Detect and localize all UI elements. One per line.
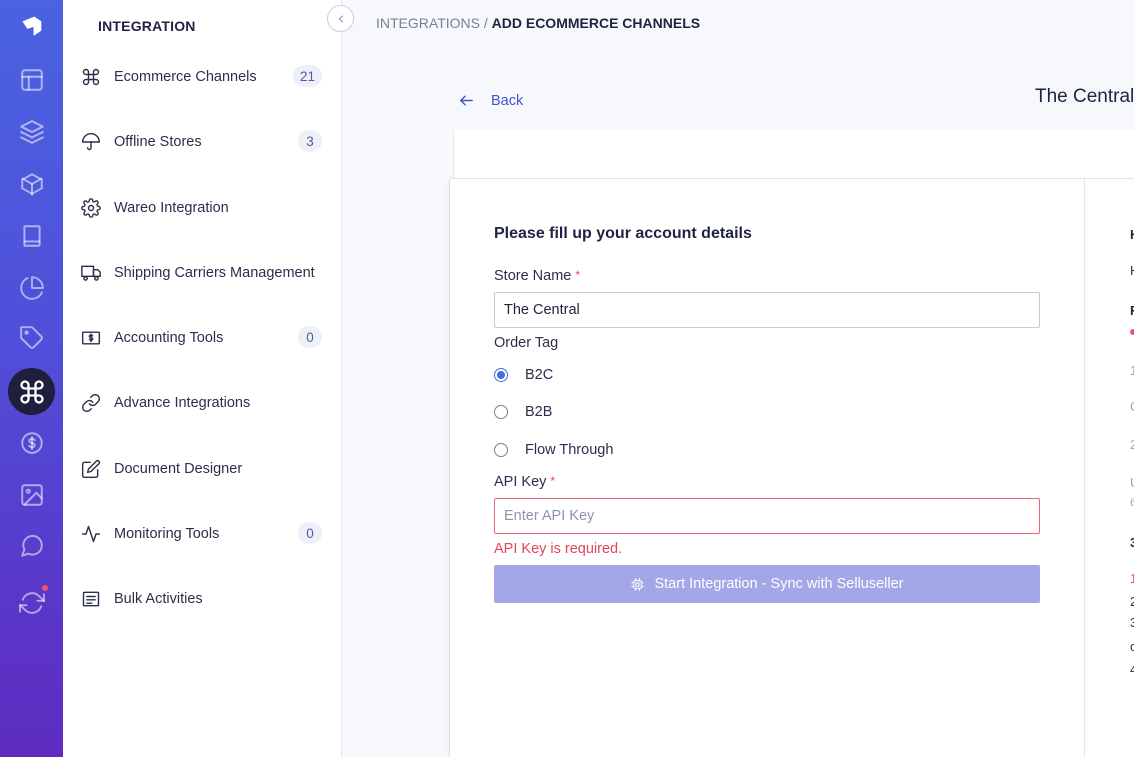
collapse-sidebar-button[interactable] <box>327 5 354 32</box>
edit-icon <box>80 458 102 480</box>
form-title: Please fill up your account details <box>494 225 752 242</box>
sidebar-item-label: Offline Stores <box>114 134 202 150</box>
sidebar-item-accounting-tools[interactable]: Accounting Tools 0 <box>80 323 322 353</box>
header-panel <box>453 130 1134 180</box>
layers-icon[interactable] <box>16 116 48 148</box>
sidebar-item-label: Accounting Tools <box>114 330 224 346</box>
image-icon[interactable] <box>16 479 48 511</box>
umbrella-icon <box>80 131 102 153</box>
right-panel-fragment: 1 <box>1130 363 1134 378</box>
store-name-input[interactable] <box>494 292 1040 328</box>
breadcrumb-separator: / <box>479 15 492 31</box>
order-tag-option-b2b[interactable]: B2B <box>494 404 552 420</box>
count-badge: 3 <box>298 130 322 152</box>
right-panel-fragment: 4 <box>1130 662 1134 677</box>
count-badge: 0 <box>298 522 322 544</box>
chat-icon[interactable] <box>16 530 48 562</box>
gear-icon <box>80 197 102 219</box>
arrow-left-icon <box>460 95 473 106</box>
sidebar-item-label: Ecommerce Channels <box>114 69 257 85</box>
layout-icon[interactable] <box>16 64 48 96</box>
store-title: The Central <box>1035 86 1134 107</box>
right-panel-fragment: 2 <box>1130 437 1134 452</box>
notification-dot <box>42 585 48 591</box>
app-logo-icon[interactable] <box>16 10 48 42</box>
start-integration-label: Start Integration - Sync with Selluselle… <box>654 576 904 592</box>
sidebar-item-shipping-carriers[interactable]: Shipping Carriers Management <box>80 258 322 288</box>
right-panel-fragment: C <box>1130 399 1134 414</box>
count-badge: 0 <box>298 326 322 348</box>
sidebar-item-ecommerce-channels[interactable]: Ecommerce Channels 21 <box>80 62 322 92</box>
order-tag-option-b2c[interactable]: B2C <box>494 367 553 383</box>
sidebar-item-label: Bulk Activities <box>114 591 203 607</box>
radio-selected[interactable] <box>494 368 508 382</box>
radio-label: Flow Through <box>525 442 614 458</box>
right-panel-fragment: F <box>1130 303 1134 318</box>
sidebar-item-label: Monitoring Tools <box>114 526 220 542</box>
refresh-icon[interactable] <box>16 587 48 619</box>
sidebar-item-label: Wareo Integration <box>114 200 229 216</box>
right-panel-fragment: H <box>1130 227 1134 242</box>
book-icon[interactable] <box>16 220 48 252</box>
sidebar-title: INTEGRATION <box>98 18 196 34</box>
sidebar-item-monitoring-tools[interactable]: Monitoring Tools 0 <box>80 519 322 549</box>
back-link[interactable]: Back <box>458 92 523 109</box>
breadcrumb-current: ADD ECOMMERCE CHANNELS <box>491 15 701 31</box>
right-panel-fragment: c <box>1130 639 1134 654</box>
radio-label: B2C <box>525 367 554 383</box>
sidebar-item-wareo-integration[interactable]: Wareo Integration <box>80 193 322 223</box>
back-label: Back <box>491 92 524 109</box>
api-key-label: API Key * <box>494 474 555 490</box>
sidebar-item-advance-integrations[interactable]: Advance Integrations <box>80 388 322 418</box>
store-name-label-text: Store Name <box>494 268 572 284</box>
right-panel-fragment: U <box>1130 475 1134 490</box>
command-icon <box>80 66 102 88</box>
sidebar-item-label: Document Designer <box>114 461 243 477</box>
list-box-icon <box>80 588 102 610</box>
status-dot <box>1130 329 1134 335</box>
pie-chart-icon[interactable] <box>16 272 48 304</box>
required-mark: * <box>550 474 556 488</box>
package-icon[interactable] <box>16 168 48 200</box>
link-icon <box>80 392 102 414</box>
sidebar-item-label: Shipping Carriers Management <box>114 265 315 281</box>
account-details-card: Please fill up your account details Stor… <box>449 178 1134 757</box>
required-mark: * <box>575 268 581 282</box>
integration-sidebar: INTEGRATION Ecommerce Channels 21 Offlin… <box>63 0 342 757</box>
right-panel-fragment: H <box>1130 263 1134 278</box>
order-tag-option-flow-through[interactable]: Flow Through <box>494 442 613 458</box>
dollar-bill-icon <box>80 327 102 349</box>
truck-icon <box>80 262 102 284</box>
cpu-icon <box>631 577 645 591</box>
breadcrumb-root[interactable]: INTEGRATIONS <box>376 15 480 31</box>
order-tag-label: Order Tag <box>494 335 559 351</box>
sidebar-item-bulk-activities[interactable]: Bulk Activities <box>80 584 322 614</box>
chevron-left-icon <box>338 15 343 22</box>
right-panel-fragment: 2 <box>1130 594 1134 609</box>
activity-icon <box>80 523 102 545</box>
card-divider <box>1084 179 1085 757</box>
radio-unselected[interactable] <box>494 405 508 419</box>
integration-command-icon[interactable] <box>8 368 55 415</box>
radio-label: B2B <box>525 404 553 420</box>
right-panel-fragment: 3 <box>1130 535 1134 550</box>
api-key-error: API Key is required. <box>494 541 623 557</box>
right-panel-fragment: 1 <box>1130 571 1134 586</box>
currency-sync-icon[interactable] <box>16 427 48 459</box>
api-key-input[interactable] <box>494 498 1040 534</box>
tag-icon[interactable] <box>16 322 48 354</box>
count-badge: 21 <box>292 65 322 87</box>
api-key-label-text: API Key <box>494 474 547 490</box>
start-integration-button[interactable]: Start Integration - Sync with Selluselle… <box>494 565 1040 603</box>
sidebar-item-document-designer[interactable]: Document Designer <box>80 454 322 484</box>
sidebar-item-label: Advance Integrations <box>114 395 251 411</box>
store-name-label: Store Name * <box>494 268 580 284</box>
breadcrumb: INTEGRATIONS / ADD ECOMMERCE CHANNELS <box>376 15 700 31</box>
icon-rail <box>0 0 63 757</box>
right-panel-fragment: 6 <box>1130 497 1134 509</box>
radio-unselected[interactable] <box>494 443 508 457</box>
sidebar-item-offline-stores[interactable]: Offline Stores 3 <box>80 127 322 157</box>
right-panel-fragment: 3 <box>1130 615 1134 630</box>
